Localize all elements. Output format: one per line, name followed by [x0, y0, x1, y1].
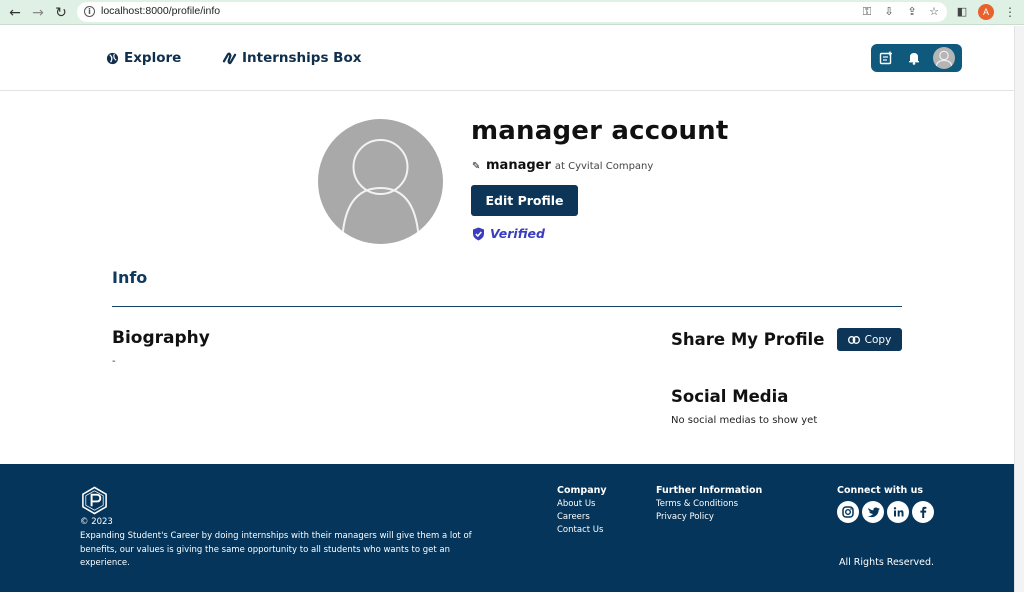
footer-link-careers[interactable]: Careers — [557, 511, 607, 524]
browser-menu-icon[interactable]: ⋮ — [1004, 3, 1016, 21]
footer-company-heading: Company — [557, 485, 607, 496]
copy-label: Copy — [864, 333, 892, 346]
reload-icon[interactable]: ↻ — [52, 4, 70, 22]
header-actions — [871, 44, 962, 72]
shield-check-icon — [473, 227, 484, 240]
brand-logo-icon — [82, 486, 107, 515]
side-panel-icon[interactable]: ◧ — [955, 5, 969, 19]
nav-internships-box-label: Internships Box — [242, 50, 362, 66]
social-media-heading: Social Media — [671, 387, 789, 406]
profile-role-line: ✎ manager at Cyvital Company — [472, 158, 653, 173]
bell-icon[interactable] — [907, 51, 921, 65]
browser-profile-avatar[interactable]: A — [978, 4, 994, 20]
biography-heading: Biography — [112, 328, 210, 348]
site-footer: © 2023 Expanding Student's Career by doi… — [0, 464, 1014, 592]
footer-link-privacy[interactable]: Privacy Policy — [656, 511, 762, 524]
footer-copyright: © 2023 — [80, 517, 113, 527]
forward-icon[interactable]: → — [29, 4, 47, 22]
back-icon[interactable]: ← — [6, 4, 24, 22]
globe-icon — [106, 52, 119, 64]
new-post-icon[interactable] — [879, 51, 893, 65]
edit-profile-button[interactable]: Edit Profile — [471, 185, 578, 216]
user-silhouette-icon — [935, 50, 953, 69]
browser-toolbar: ← → ↻ i localhost:8000/profile/info ⚿ ⇩ … — [0, 0, 1024, 25]
instagram-icon[interactable] — [837, 501, 859, 523]
footer-further-heading: Further Information — [656, 485, 763, 496]
verified-label: Verified — [490, 226, 545, 241]
footer-further-column: Further Information Terms & Conditions P… — [656, 485, 762, 524]
footer-rights: All Rights Reserved. — [839, 557, 935, 568]
biography-text: - — [112, 356, 116, 367]
url-text[interactable]: localhost:8000/profile/info — [101, 5, 220, 17]
user-avatar[interactable] — [933, 47, 955, 69]
footer-link-contact[interactable]: Contact Us — [557, 524, 607, 537]
footer-mission: Expanding Student's Career by doing inte… — [80, 531, 472, 568]
nav-internships-box[interactable]: Internships Box — [222, 50, 361, 66]
copy-link-button[interactable]: Copy — [837, 328, 902, 351]
footer-company-column: Company About Us Careers Contact Us — [557, 485, 607, 537]
share-icon[interactable]: ⇪ — [905, 5, 919, 19]
link-icon — [847, 335, 860, 344]
tab-divider — [112, 306, 902, 307]
site-info-icon[interactable]: i — [84, 6, 95, 17]
profile-company: at Cyvital Company — [554, 161, 654, 172]
bookmark-star-icon[interactable]: ☆ — [927, 5, 941, 19]
footer-link-terms[interactable]: Terms & Conditions — [656, 498, 762, 511]
footer-connect-column: Connect with us — [837, 485, 923, 498]
social-media-empty: No social medias to show yet — [671, 415, 818, 426]
footer-link-about[interactable]: About Us — [557, 498, 607, 511]
tab-info[interactable]: Info — [112, 268, 147, 287]
page-scrollbar[interactable] — [1014, 26, 1024, 592]
nav-explore-label: Explore — [124, 50, 182, 66]
key-icon[interactable]: ⚿ — [860, 5, 874, 19]
user-silhouette-icon — [341, 139, 420, 244]
site-header: Explore Internships Box — [0, 26, 1014, 91]
nav-explore[interactable]: Explore — [106, 50, 181, 66]
infinity-logo-icon — [222, 51, 237, 64]
footer-social-icons — [837, 501, 934, 523]
facebook-icon[interactable] — [912, 501, 934, 523]
address-bar[interactable]: i localhost:8000/profile/info — [77, 2, 947, 22]
install-icon[interactable]: ⇩ — [882, 5, 896, 19]
footer-connect-heading: Connect with us — [837, 485, 924, 496]
pencil-icon: ✎ — [472, 161, 481, 172]
linkedin-icon[interactable] — [887, 501, 909, 523]
profile-name: manager account — [471, 116, 729, 146]
twitter-icon[interactable] — [862, 501, 884, 523]
verified-badge: Verified — [472, 226, 545, 241]
profile-avatar — [318, 119, 443, 244]
share-profile-heading: Share My Profile — [671, 330, 825, 349]
profile-role: manager — [486, 158, 551, 173]
